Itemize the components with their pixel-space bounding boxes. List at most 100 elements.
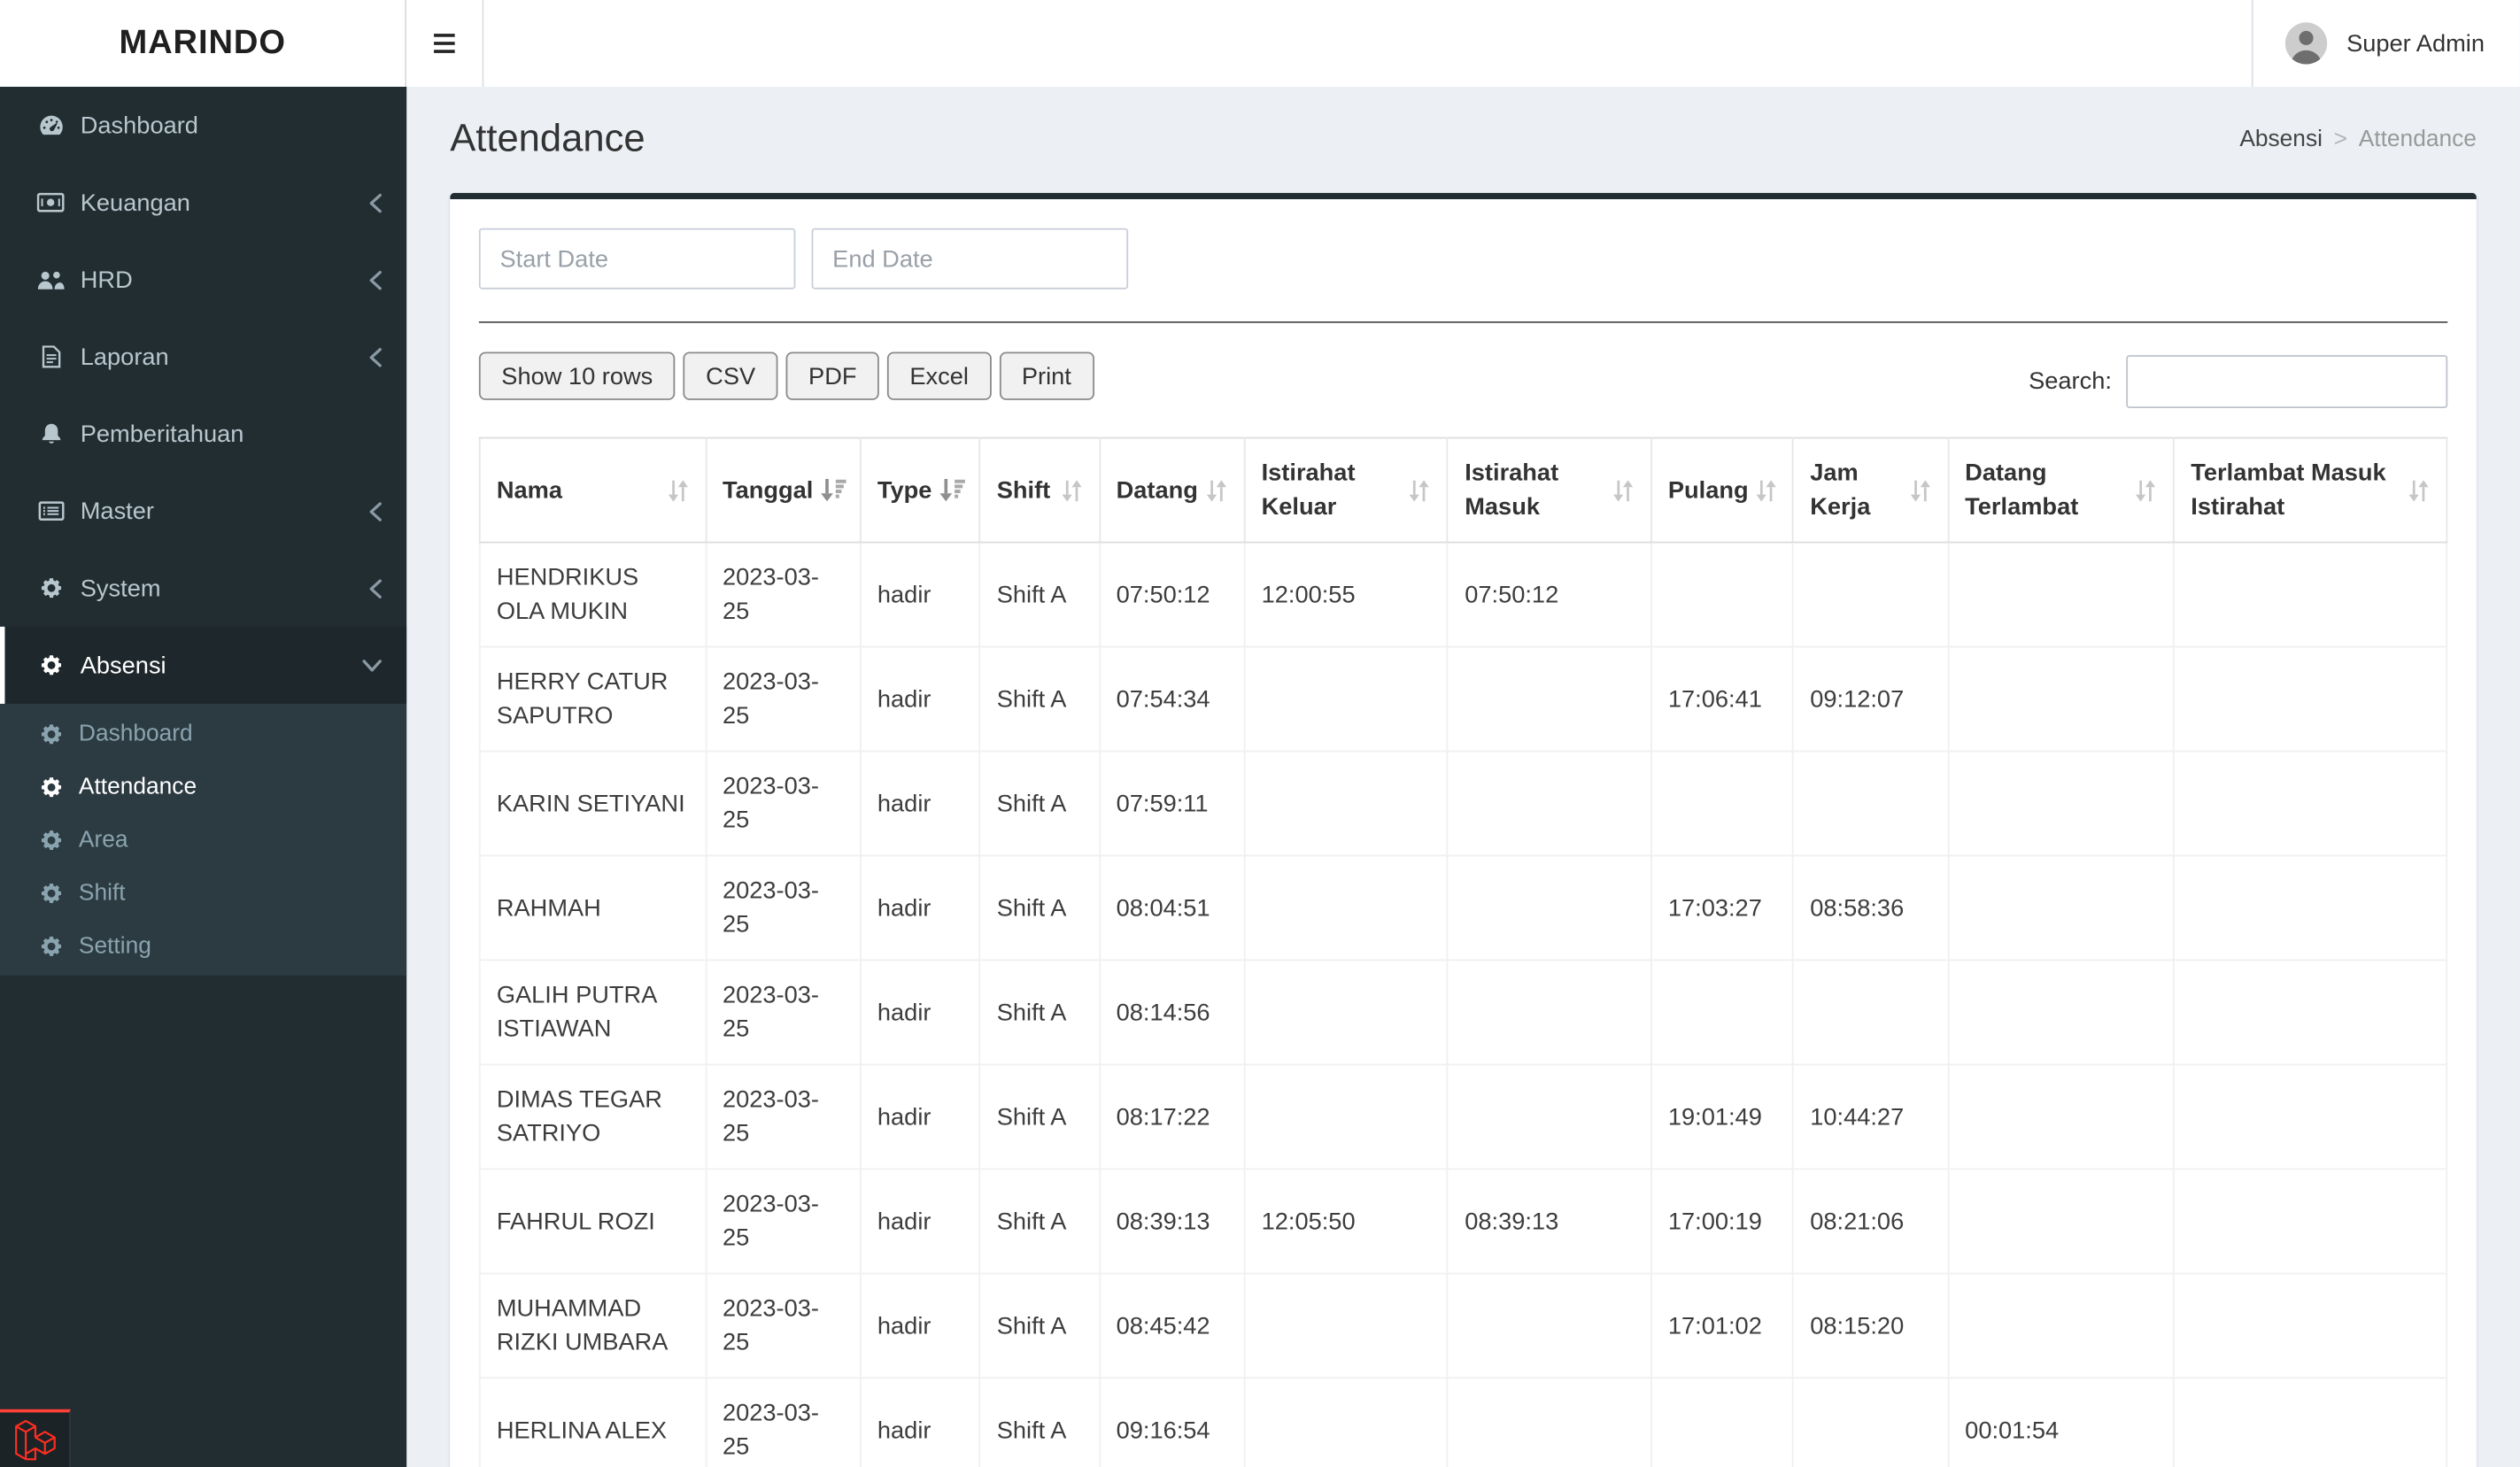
column-header-shift[interactable]: Shift: [978, 436, 1101, 544]
sort-icon: [2135, 478, 2157, 502]
column-label: Istirahat Keluar: [1261, 459, 1356, 521]
column-label: Terlambat Masuk Istirahat: [2191, 459, 2386, 521]
cell-nama: HERLINA ALEX: [478, 1377, 707, 1467]
column-header-terlambat-masuk-istirahat[interactable]: Terlambat Masuk Istirahat: [2173, 436, 2448, 544]
sidebar-item-label: HRD: [80, 266, 133, 294]
search-box: Search:: [2029, 355, 2448, 409]
column-header-istirahat-keluar[interactable]: Istirahat Keluar: [1243, 436, 1449, 544]
cell-type: hadir: [859, 854, 981, 961]
sort-icon: [1909, 478, 1931, 502]
cell-terlambat-masuk-istirahat: [2173, 854, 2448, 961]
table-row: GALIH PUTRA ISTIAWAN 2023-03-25 hadir Shift…: [478, 959, 2448, 1066]
sidebar-subitem-attendance[interactable]: Attendance: [0, 760, 406, 813]
user-photo: [2285, 22, 2328, 65]
column-label: Shift: [996, 476, 1051, 505]
sidebar-item-label: Absensi: [80, 651, 166, 679]
chevron-left-icon: [368, 192, 383, 213]
sort-desc-icon: [939, 478, 966, 502]
page-size-button[interactable]: Show 10 rows: [478, 351, 676, 400]
cell-type: hadir: [859, 645, 981, 753]
sort-icon: [1612, 478, 1634, 502]
sidebar-item-hrd[interactable]: HRD: [0, 241, 406, 318]
sidebar-item-laporan[interactable]: Laporan: [0, 318, 406, 395]
column-header-tanggal[interactable]: Tanggal: [704, 436, 862, 544]
table-row: RAHMAH 2023-03-25 hadir Shift A 08:04:51 17:0…: [478, 854, 2448, 961]
sidebar-item-keuangan[interactable]: Keuangan: [0, 164, 406, 241]
cell-istirahat-masuk: [1447, 1063, 1652, 1170]
cell-datang: 07:59:11: [1098, 750, 1246, 857]
sidebar-subitem-setting[interactable]: Setting: [0, 919, 406, 972]
user-menu[interactable]: Super Admin: [2252, 0, 2520, 88]
laravel-debugbar-toggle[interactable]: [0, 1409, 71, 1467]
column-header-datang[interactable]: Datang: [1098, 436, 1246, 544]
cell-tanggal: 2023-03-25: [704, 854, 862, 961]
divider: [478, 321, 2448, 323]
end-date-input[interactable]: [811, 228, 1129, 290]
cell-jam-kerja: [1792, 1377, 1950, 1467]
start-date-input[interactable]: [478, 228, 796, 290]
sidebar-item-dashboard[interactable]: Dashboard: [0, 87, 406, 164]
column-label: Jam Kerja: [1810, 459, 1871, 521]
file-icon: [35, 345, 66, 368]
sidebar-subitem-shift[interactable]: Shift: [0, 866, 406, 919]
cell-type: hadir: [859, 541, 981, 648]
cell-pulang: 17:06:41: [1650, 645, 1795, 753]
table-row: MUHAMMAD RIZKI UMBARA 2023-03-25 hadir Shif…: [478, 1272, 2448, 1379]
sidebar-subitem-dashboard[interactable]: Dashboard: [0, 707, 406, 761]
export-csv-button[interactable]: CSV: [683, 351, 778, 400]
cell-tanggal: 2023-03-25: [704, 750, 862, 857]
sort-icon: [1409, 478, 1431, 502]
cell-istirahat-keluar: [1243, 1063, 1449, 1170]
sidebar-item-master[interactable]: Master: [0, 473, 406, 550]
search-input[interactable]: [2126, 355, 2448, 409]
sidebar-item-system[interactable]: System: [0, 550, 406, 627]
cell-jam-kerja: [1792, 541, 1950, 648]
print-button[interactable]: Print: [999, 351, 1094, 400]
sidebar-subitem-area[interactable]: Area: [0, 813, 406, 866]
cell-pulang: 17:03:27: [1650, 854, 1795, 961]
cell-tanggal: 2023-03-25: [704, 959, 862, 1066]
user-name: Super Admin: [2346, 29, 2485, 58]
breadcrumb: Absensi > Attendance: [2239, 127, 2477, 152]
cell-istirahat-keluar: [1243, 1272, 1449, 1379]
cell-type: hadir: [859, 1272, 981, 1379]
sidebar-toggle-button[interactable]: [406, 0, 484, 88]
column-header-pulang[interactable]: Pulang: [1650, 436, 1795, 544]
column-header-nama[interactable]: Nama: [478, 436, 707, 544]
chevron-left-icon: [368, 269, 383, 290]
export-pdf-button[interactable]: PDF: [785, 351, 879, 400]
table-row: HENDRIKUS OLA MUKIN 2023-03-25 hadir Shift …: [478, 541, 2448, 648]
column-header-type[interactable]: Type: [859, 436, 981, 544]
cell-terlambat-masuk-istirahat: [2173, 1063, 2448, 1170]
cell-datang-terlambat: [1947, 750, 2176, 857]
cell-nama: GALIH PUTRA ISTIAWAN: [478, 959, 707, 1066]
cell-datang-terlambat: [1947, 1168, 2176, 1275]
cell-shift: Shift A: [978, 541, 1101, 648]
sidebar-item-absensi[interactable]: Absensi: [0, 626, 407, 704]
sidebar-subitem-label: Dashboard: [78, 721, 193, 747]
column-header-istirahat-masuk[interactable]: Istirahat Masuk: [1447, 436, 1652, 544]
sort-desc-icon: [820, 478, 847, 502]
column-header-jam-kerja[interactable]: Jam Kerja: [1792, 436, 1950, 544]
column-label: Type: [877, 476, 932, 505]
main-content: Attendance Absensi > Attendance Show 10 …: [406, 87, 2520, 1467]
column-header-datang-terlambat[interactable]: Datang Terlambat: [1947, 436, 2176, 544]
table-row: KARIN SETIYANI 2023-03-25 hadir Shift A 07:5…: [478, 750, 2448, 857]
cell-tanggal: 2023-03-25: [704, 1063, 862, 1170]
breadcrumb-current: Attendance: [2358, 127, 2477, 153]
breadcrumb-parent[interactable]: Absensi: [2239, 127, 2323, 152]
logo-area[interactable]: MARINDO: [0, 0, 407, 88]
export-excel-button[interactable]: Excel: [886, 351, 992, 400]
cell-istirahat-masuk: [1447, 750, 1652, 857]
sidebar-item-label: Laporan: [80, 343, 169, 371]
cell-terlambat-masuk-istirahat: [2173, 541, 2448, 648]
sidebar-item-pemberitahuan[interactable]: Pemberitahuan: [0, 395, 406, 472]
cell-terlambat-masuk-istirahat: [2173, 645, 2448, 753]
breadcrumb-separator: >: [2333, 127, 2348, 153]
cell-shift: Shift A: [978, 1377, 1101, 1467]
money-icon: [35, 192, 66, 212]
cell-datang: 08:45:42: [1098, 1272, 1246, 1379]
cell-nama: FAHRUL ROZI: [478, 1168, 707, 1275]
list-icon: [35, 501, 66, 521]
cell-datang-terlambat: [1947, 959, 2176, 1066]
